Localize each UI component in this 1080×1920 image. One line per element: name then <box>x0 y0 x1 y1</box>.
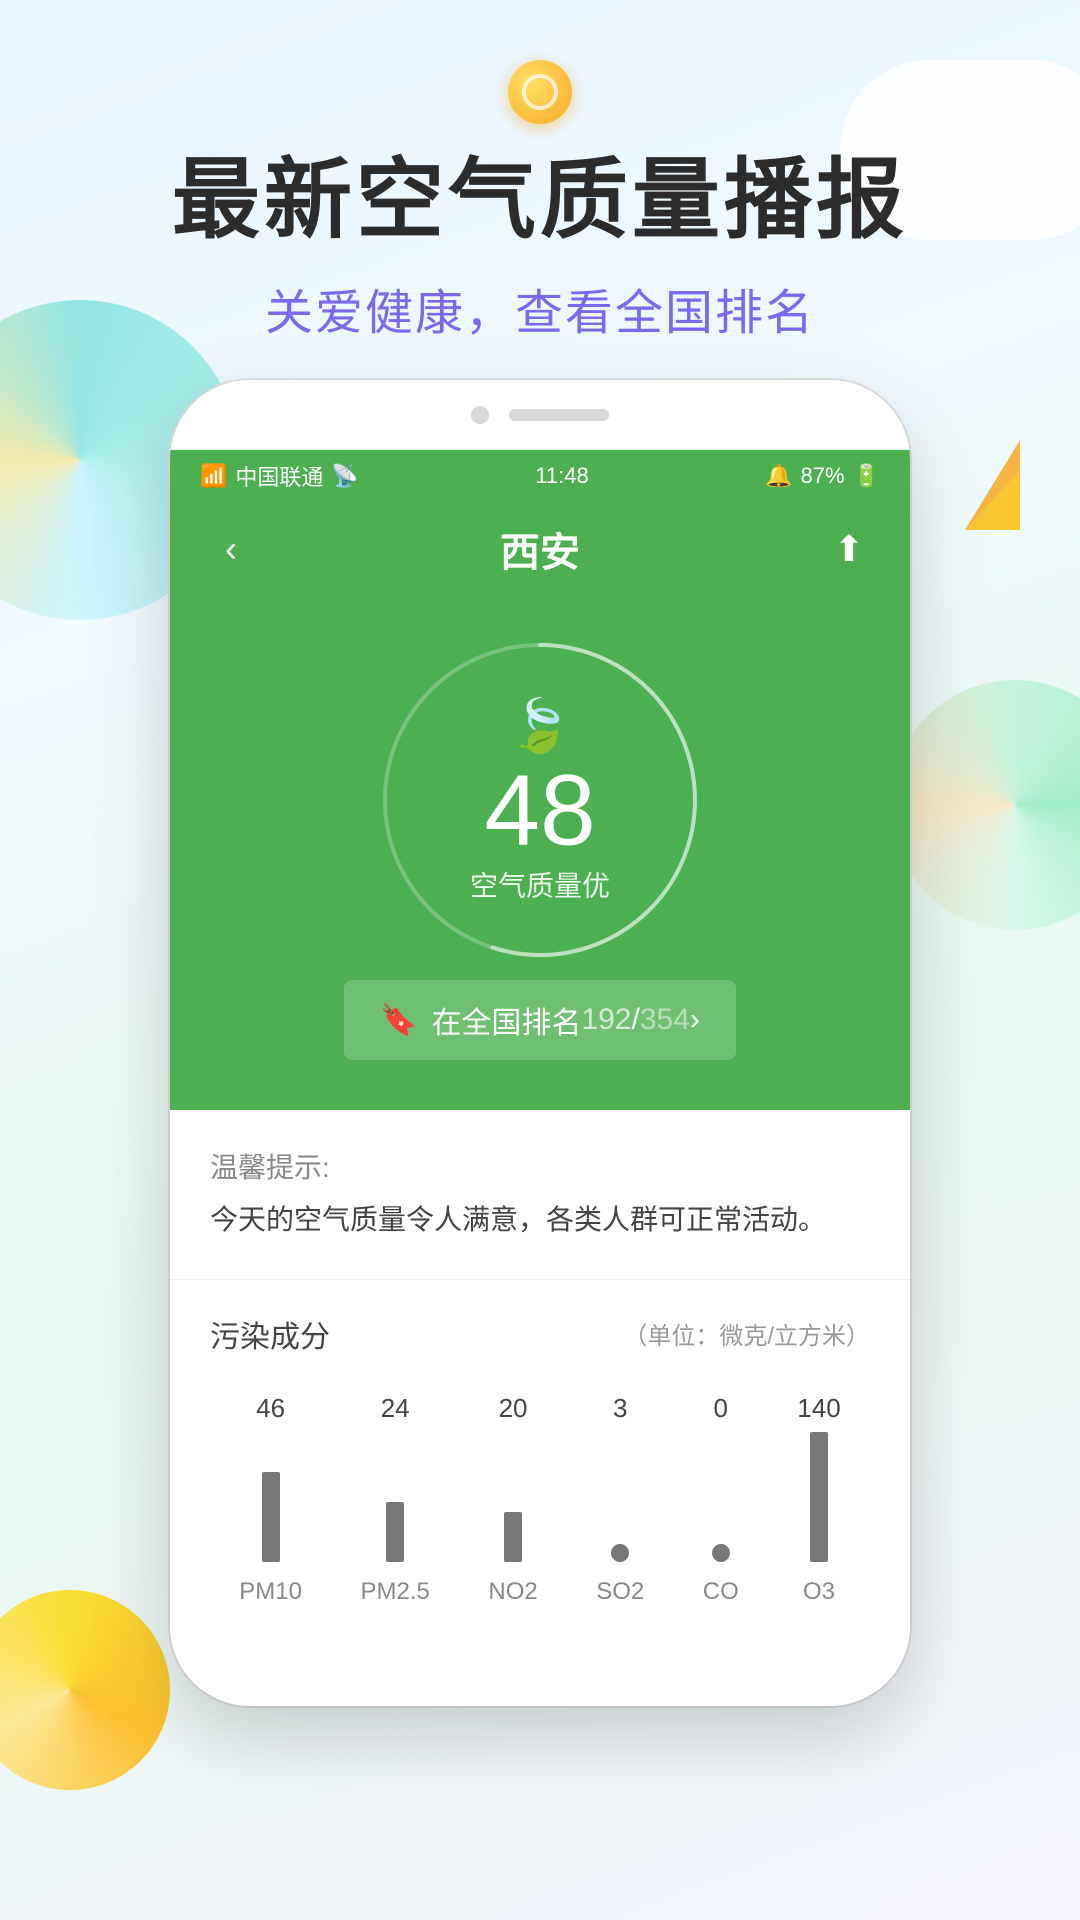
pollutant-value: 140 <box>797 1393 840 1424</box>
aqi-circle-container: 🍃 48 空气质量优 <box>360 620 720 980</box>
ranking-bar[interactable]: 🔖 在全国排名 192/354 › <box>344 980 736 1060</box>
ranking-text: 在全国排名 <box>431 998 581 1042</box>
pollutant-name: PM2.5 <box>360 1578 429 1606</box>
phone-camera <box>471 406 489 424</box>
status-time: 11:48 <box>535 463 588 489</box>
status-bar: 📶 中国联通 📡 11:48 🔔 87% 🔋 <box>170 450 910 502</box>
leaf-icon: 🍃 <box>470 696 610 757</box>
signal-icon: 📶 <box>200 463 227 489</box>
pollutant-bar-container <box>504 1432 522 1562</box>
bg-decoration-arc-right <box>890 680 1080 930</box>
pollutant-dot <box>611 1544 629 1562</box>
pollutant-value: 20 <box>499 1393 528 1424</box>
pollutant-name: PM10 <box>239 1578 302 1606</box>
phone-speaker <box>509 409 609 421</box>
phone-bottom-bezel <box>170 1656 910 1706</box>
status-right: 🔔 87% 🔋 <box>765 463 880 489</box>
pollutant-bar <box>810 1432 828 1562</box>
pollutants-header: 污染成分 （单位：微克/立方米） <box>210 1312 870 1356</box>
pollutant-dot <box>712 1544 730 1562</box>
tip-title: 温馨提示: <box>210 1146 870 1186</box>
phone-mockup: 📶 中国联通 📡 11:48 🔔 87% 🔋 ‹ 西安 ⬆ <box>170 380 910 1706</box>
pollutants-title: 污染成分 <box>210 1312 330 1356</box>
phone-top-bezel <box>170 380 910 450</box>
aqi-label: 空气质量优 <box>470 865 610 905</box>
pollutant-name: NO2 <box>488 1578 537 1606</box>
pollutant-value: 3 <box>613 1393 627 1424</box>
pollutant-item: 20 NO2 <box>488 1393 537 1606</box>
sub-title: 关爱健康，查看全国排名 <box>0 273 1080 343</box>
bg-decoration-triangle <box>965 440 1020 530</box>
pollutant-bar <box>504 1512 522 1562</box>
pollutant-bar <box>262 1472 280 1562</box>
tip-section: 温馨提示: 今天的空气质量令人满意，各类人群可正常活动。 <box>170 1110 910 1280</box>
ranking-total: 354 <box>640 1003 690 1036</box>
notification-icon <box>508 60 572 124</box>
pollutant-item: 0 CO <box>703 1393 739 1606</box>
ranking-number: 192/354 <box>581 1003 689 1037</box>
aqi-circle-inner: 🍃 48 空气质量优 <box>470 696 610 905</box>
app-header: ‹ 西安 ⬆ <box>170 502 910 600</box>
tip-content: 今天的空气质量令人满意，各类人群可正常活动。 <box>210 1198 870 1243</box>
share-button[interactable]: ⬆ <box>824 528 874 570</box>
pollutant-bar-container <box>386 1432 404 1562</box>
alarm-icon: 🔔 <box>765 463 792 489</box>
top-promo-section: 最新空气质量播报 关爱健康，查看全国排名 <box>0 60 1080 343</box>
ranking-icon: 🔖 <box>380 1003 417 1038</box>
carrier-label: 中国联通 <box>235 460 323 492</box>
battery-percent: 87% <box>801 463 845 489</box>
pollutant-name: SO2 <box>596 1578 644 1606</box>
ranking-arrow: › <box>690 1003 700 1037</box>
pollutant-value: 46 <box>256 1393 285 1424</box>
phone-frame: 📶 中国联通 📡 11:48 🔔 87% 🔋 ‹ 西安 ⬆ <box>170 380 910 1706</box>
ranking-left: 🔖 在全国排名 <box>380 998 581 1042</box>
pollutant-item: 24 PM2.5 <box>360 1393 429 1606</box>
pollutant-bar-container <box>611 1432 629 1562</box>
pollutant-value: 0 <box>714 1393 728 1424</box>
pollutants-section: 污染成分 （单位：微克/立方米） 46 PM10 24 PM2.5 20 NO2 3 SO2 0… <box>170 1280 910 1656</box>
status-left: 📶 中国联通 📡 <box>200 460 359 492</box>
pollutant-item: 3 SO2 <box>596 1393 644 1606</box>
pollutant-item: 140 O3 <box>797 1393 840 1606</box>
wifi-icon: 📡 <box>331 463 358 489</box>
aqi-value: 48 <box>470 761 610 861</box>
pollutant-item: 46 PM10 <box>239 1393 302 1606</box>
ranking-current: 192 <box>581 1003 631 1036</box>
bg-decoration-circle-bottom-left <box>0 1590 170 1790</box>
pollutant-bar <box>386 1502 404 1562</box>
pollutant-bar-container <box>262 1432 280 1562</box>
city-title: 西安 <box>256 520 824 578</box>
pollutant-bar-container <box>810 1432 828 1562</box>
pollutant-name: O3 <box>803 1578 835 1606</box>
pollutants-unit: （单位：微克/立方米） <box>623 1316 870 1351</box>
pollutant-value: 24 <box>381 1393 410 1424</box>
pollutants-chart: 46 PM10 24 PM2.5 20 NO2 3 SO2 0 CO 140 O3 <box>210 1386 870 1606</box>
back-button[interactable]: ‹ <box>206 528 256 570</box>
battery-icon: 🔋 <box>853 463 880 489</box>
main-title: 最新空气质量播报 <box>0 152 1080 249</box>
pollutant-bar-container <box>712 1432 730 1562</box>
pollutant-name: CO <box>703 1578 739 1606</box>
aqi-section: 🍃 48 空气质量优 🔖 在全国排名 192/354 › <box>170 600 910 1110</box>
